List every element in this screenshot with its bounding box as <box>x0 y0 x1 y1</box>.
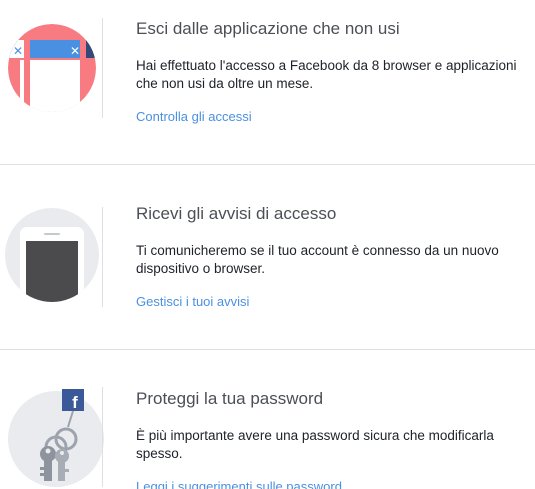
browser-sessions-icon: ✕ ✕ <box>0 18 104 118</box>
section-protect-password: f Proteggi la tua password È più importa… <box>0 350 535 489</box>
section-login-alerts: Ricevi gli avvisi di accesso Ti comunich… <box>0 165 535 349</box>
phone-icon <box>0 207 104 307</box>
svg-text:✕: ✕ <box>13 44 23 58</box>
section-description: Hai effettuato l'accesso a Facebook da 8… <box>136 58 517 91</box>
section-title: Esci dalle applicazione che non usi <box>136 19 400 38</box>
svg-text:✕: ✕ <box>70 44 80 58</box>
section-title: Proteggi la tua password <box>136 389 324 408</box>
section-description: Ti comunicheremo se il tuo account è con… <box>136 243 499 276</box>
svg-text:f: f <box>72 393 78 412</box>
section-description: È più importante avere una password sicu… <box>136 428 494 461</box>
keys-icon: f <box>0 387 104 487</box>
password-tips-link[interactable]: Leggi i suggerimenti sulle password <box>136 479 342 489</box>
review-sessions-link[interactable]: Controlla gli accessi <box>136 109 252 124</box>
section-title: Ricevi gli avvisi di accesso <box>136 204 337 223</box>
manage-alerts-link[interactable]: Gestisci i tuoi avvisi <box>136 294 249 309</box>
section-logout-unused-apps: ✕ ✕ Esci dalle applicazione che non usi … <box>0 0 535 164</box>
